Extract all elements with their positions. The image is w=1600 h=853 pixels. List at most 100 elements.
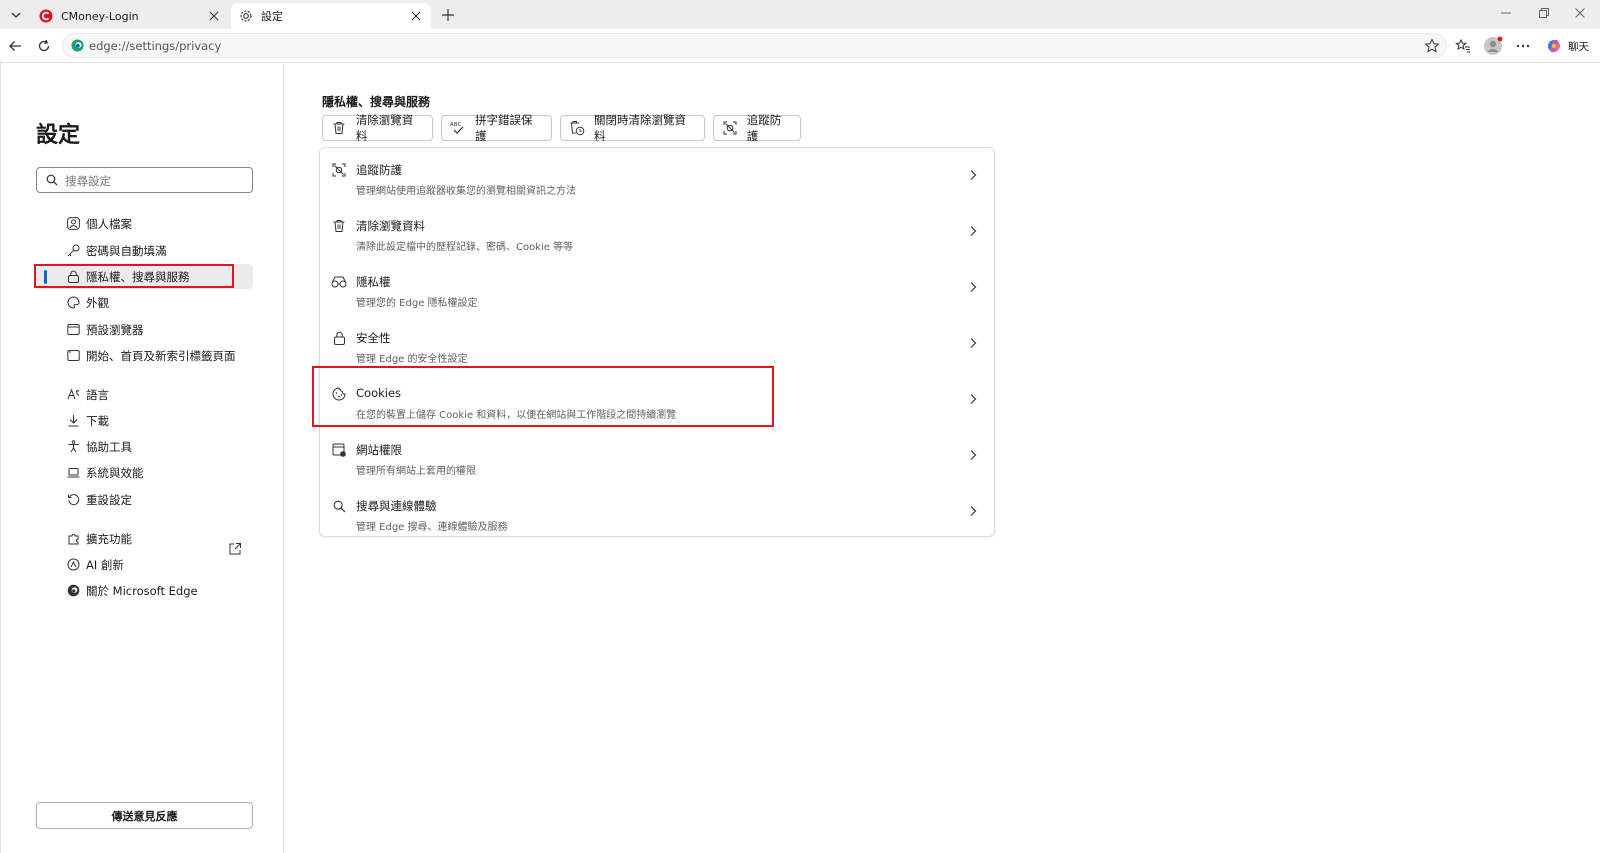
trash-clock-icon	[569, 120, 585, 136]
edge-icon	[71, 39, 84, 52]
row-subtitle: 管理所有網站上套用的權限	[356, 466, 476, 477]
tab-settings[interactable]: 設定	[231, 3, 431, 29]
sidebar-item-extensions[interactable]: 擴充功能	[36, 526, 253, 551]
chevron-right-icon	[970, 170, 977, 180]
copilot-icon	[1547, 39, 1561, 53]
sidebar-item-label: 協助工具	[86, 439, 132, 454]
sidebar-item-privacy[interactable]: 隱私權、搜尋與服務	[36, 264, 253, 289]
sidebar-item-default-browser[interactable]: 預設瀏覽器	[36, 317, 253, 342]
sidebar-item-label: 下載	[86, 413, 109, 428]
more-menu-button[interactable]	[1512, 35, 1534, 57]
chip-label: 關閉時清除瀏覽資料	[594, 113, 686, 143]
row-subtitle: 管理您的 Edge 隱私權設定	[356, 298, 478, 309]
row-title: 網站權限	[356, 443, 402, 457]
row-title: 清除瀏覽資料	[356, 219, 425, 233]
row-tracking-prevention[interactable]: 追蹤防護 管理網站使用追蹤器收集您的瀏覽相關資訊之方法	[320, 148, 994, 204]
sidebar-item-system-performance[interactable]: 系統與效能	[36, 460, 253, 485]
restore-button[interactable]	[1524, 2, 1564, 24]
sidebar-item-label: 開始、首頁及新索引標籤頁面	[86, 348, 236, 363]
chip-tracking-prevention[interactable]: 追蹤防護	[713, 113, 801, 143]
svg-text:ABC: ABC	[450, 122, 461, 128]
chevron-down-icon	[11, 12, 21, 18]
settings-sidebar: 設定 個人檔案 密碼與自動填滿 隱私權、搜尋與服務 外觀 預設瀏覽器 開始、首頁…	[0, 63, 284, 853]
sidebar-item-passwords[interactable]: 密碼與自動填滿	[36, 238, 253, 263]
sidebar-item-about-edge[interactable]: 關於 Microsoft Edge	[36, 578, 253, 603]
sidebar-item-label: 密碼與自動填滿	[86, 243, 167, 258]
chip-label: 清除瀏覽資料	[355, 113, 414, 143]
row-title: 隱私權	[356, 275, 391, 289]
close-icon	[1575, 8, 1585, 18]
tab-actions-menu-button[interactable]	[5, 4, 27, 26]
more-icon	[1516, 44, 1530, 48]
window-close-button[interactable]	[1562, 2, 1598, 24]
sidebar-item-ai-innovations[interactable]: AI 創新	[36, 552, 253, 577]
spellcheck-icon: ABC	[450, 120, 466, 136]
settings-main: 隱私權、搜尋與服務 清除瀏覽資料 ABC 拼字錯誤保護 關閉時清除瀏覽資料 追蹤…	[284, 63, 1600, 853]
cookie-icon	[331, 386, 347, 402]
row-security[interactable]: 安全性 管理 Edge 的安全性設定	[320, 316, 994, 372]
sidebar-item-downloads[interactable]: 下載	[36, 408, 253, 433]
send-feedback-button[interactable]: 傳送意見反應	[36, 802, 253, 829]
address-bar[interactable]: edge://settings/privacy	[62, 33, 1447, 58]
reset-icon	[66, 492, 80, 506]
sidebar-item-label: 擴充功能	[86, 531, 132, 546]
chevron-right-icon	[970, 282, 977, 292]
trash-icon	[331, 218, 347, 234]
row-subtitle: 清除此設定檔中的歷程記錄、密碼、Cookie 等等	[356, 242, 574, 253]
row-title: 安全性	[356, 331, 391, 345]
row-privacy[interactable]: 隱私權 管理您的 Edge 隱私權設定	[320, 260, 994, 316]
sidebar-item-label: 個人檔案	[86, 216, 132, 231]
copilot-chat-button[interactable]: 聊天	[1545, 35, 1589, 57]
key-icon	[66, 243, 80, 257]
row-subtitle: 在您的裝置上儲存 Cookie 和資料，以便在網站與工作階段之間持續瀏覽	[356, 410, 677, 421]
minimize-button[interactable]	[1486, 2, 1526, 24]
sidebar-item-label: 外觀	[86, 295, 109, 310]
chevron-right-icon	[970, 506, 977, 516]
row-subtitle: 管理網站使用追蹤器收集您的瀏覽相關資訊之方法	[356, 186, 576, 197]
address-url: edge://settings/privacy	[89, 39, 222, 53]
close-icon	[209, 11, 219, 21]
sidebar-item-accessibility[interactable]: 協助工具	[36, 434, 253, 459]
favorites-button[interactable]	[1452, 35, 1474, 57]
sidebar-item-start-home-newtab[interactable]: 開始、首頁及新索引標籤頁面	[36, 343, 253, 368]
chip-label: 追蹤防護	[746, 113, 782, 143]
chip-clear-on-close[interactable]: 關閉時清除瀏覽資料	[560, 113, 705, 143]
refresh-button[interactable]	[32, 34, 56, 58]
close-tab-button[interactable]	[409, 9, 423, 23]
row-search-services[interactable]: 搜尋與連線體驗 管理 Edge 搜尋、連線體驗及服務	[320, 484, 994, 540]
settings-page: 設定 個人檔案 密碼與自動填滿 隱私權、搜尋與服務 外觀 預設瀏覽器 開始、首頁…	[0, 62, 1600, 853]
row-title: Cookies	[356, 386, 402, 400]
profile-avatar-button[interactable]	[1482, 35, 1504, 57]
settings-search	[36, 167, 253, 193]
sidebar-item-appearance[interactable]: 外觀	[36, 290, 253, 315]
chip-clear-browsing-data[interactable]: 清除瀏覽資料	[322, 113, 433, 143]
tab-title: CMoney-Login	[61, 9, 139, 23]
chevron-right-icon	[970, 394, 977, 404]
extension-icon	[66, 531, 80, 545]
row-clear-browsing-data[interactable]: 清除瀏覽資料 清除此設定檔中的歷程記錄、密碼、Cookie 等等	[320, 204, 994, 260]
cmoney-favicon	[39, 9, 53, 23]
row-site-permissions[interactable]: 網站權限 管理所有網站上套用的權限	[320, 428, 994, 484]
sidebar-item-languages[interactable]: 語言	[36, 382, 253, 407]
chip-typo-protection[interactable]: ABC 拼字錯誤保護	[441, 113, 552, 143]
download-icon	[66, 413, 80, 427]
close-icon	[411, 11, 421, 21]
browser-icon	[66, 322, 80, 336]
sidebar-item-label: 重設設定	[86, 492, 132, 507]
sidebar-item-label: AI 創新	[86, 557, 124, 572]
refresh-icon	[38, 39, 50, 52]
search-input[interactable]	[65, 172, 245, 189]
sidebar-item-profiles[interactable]: 個人檔案	[36, 211, 253, 236]
row-cookies[interactable]: Cookies 在您的裝置上儲存 Cookie 和資料，以便在網站與工作階段之間…	[320, 372, 994, 428]
close-tab-button[interactable]	[207, 9, 221, 23]
tab-cmoney-login[interactable]: CMoney-Login	[31, 3, 229, 29]
chevron-right-icon	[970, 226, 977, 236]
sidebar-item-label: 關於 Microsoft Edge	[86, 583, 198, 598]
sidebar-item-reset[interactable]: 重設設定	[36, 487, 253, 512]
browser-toolbar: edge://settings/privacy 聊天	[0, 29, 1600, 62]
new-tab-button[interactable]	[437, 4, 459, 26]
back-button[interactable]	[3, 34, 27, 58]
lock-icon	[66, 269, 80, 283]
favorite-star-button[interactable]	[1424, 38, 1440, 54]
sidebar-item-label: 系統與效能	[86, 465, 144, 480]
